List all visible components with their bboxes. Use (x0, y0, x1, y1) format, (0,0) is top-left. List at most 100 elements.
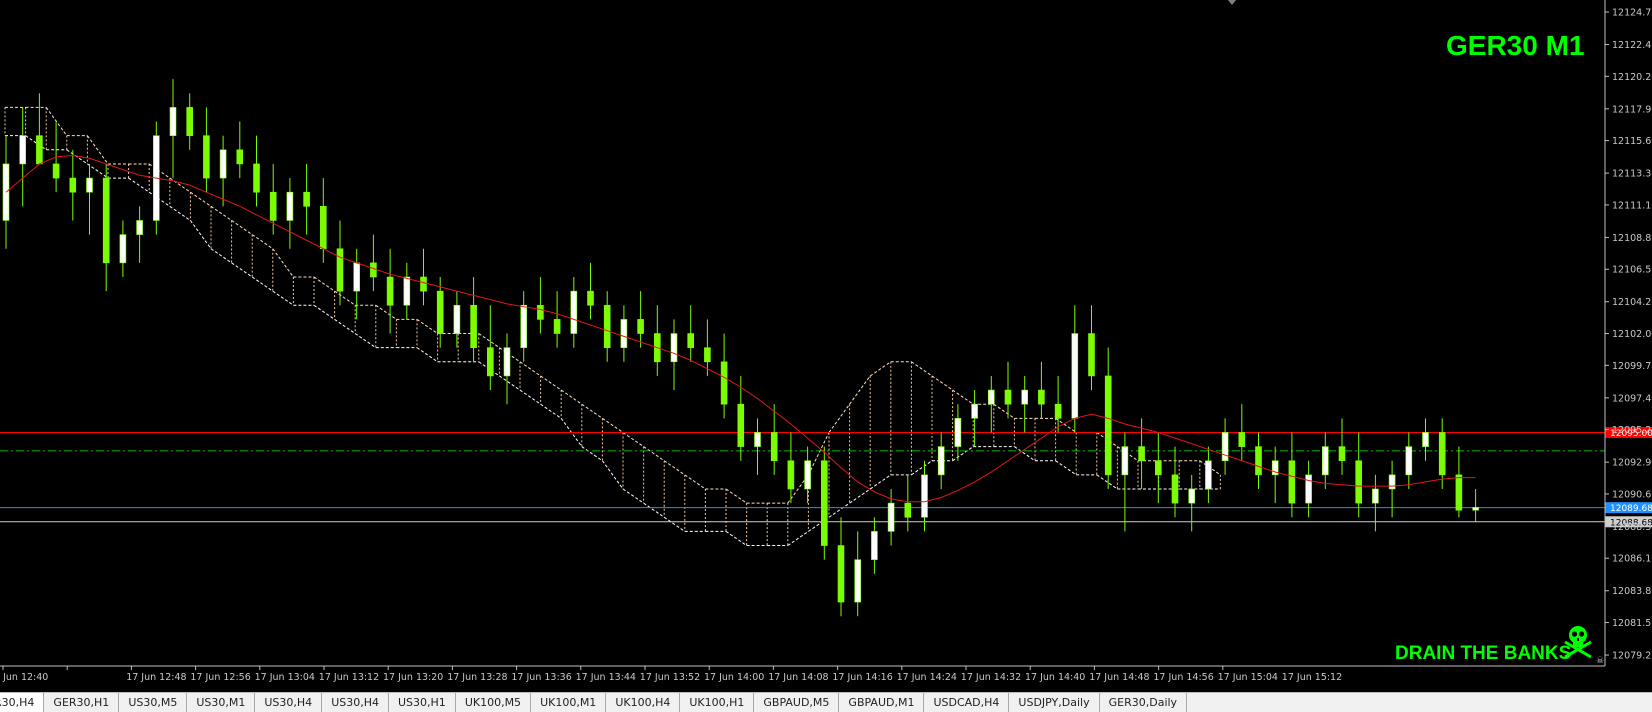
price-tick-label: 12083.80 (1612, 586, 1652, 597)
tab-uk100-h1[interactable]: UK100,H1 (680, 693, 755, 712)
tab-usdcad-h4[interactable]: USDCAD,H4 (924, 693, 1010, 712)
tab-ger30-h1[interactable]: GER30,H1 (44, 693, 120, 712)
bull-candle (403, 276, 411, 306)
bear-candle (203, 135, 210, 179)
time-tick-label: 17 Jun 14:08 (768, 672, 828, 683)
bear-candle (69, 177, 77, 193)
tab-uk100-m1[interactable]: UK100,M1 (531, 693, 607, 712)
blue-level-price-label: 12089.68 (1610, 504, 1652, 514)
chart-background (0, 0, 1652, 712)
tab-us30-h4[interactable]: US30,H4 (255, 693, 323, 712)
bull-candle (19, 135, 27, 165)
bear-candle (1088, 333, 1095, 377)
time-tick-label: 17 Jun 12:48 (126, 672, 186, 683)
bull-candle (219, 149, 227, 179)
bear-candle (336, 248, 344, 292)
time-tick-label: 17 Jun 12:40 (0, 672, 48, 683)
price-tick-label: 12081.55 (1612, 618, 1652, 629)
bear-candle (370, 262, 377, 278)
bull-candle (1205, 460, 1212, 490)
bull-candle (1188, 488, 1195, 504)
tab-us30-h1[interactable]: US30,H1 (389, 693, 456, 712)
bull-candle (804, 460, 811, 490)
time-tick-label: 17 Jun 14:48 (1089, 672, 1149, 683)
bear-candle (420, 276, 427, 292)
tab-us30-h4[interactable]: US30,H4 (322, 693, 389, 712)
price-tick-label: 12120.20 (1612, 72, 1652, 83)
price-tick-label: 12106.55 (1612, 265, 1652, 276)
bear-candle (1155, 460, 1162, 476)
time-tick-label: 17 Jun 13:20 (383, 672, 443, 683)
price-tick-label: 12088.35 (1612, 522, 1652, 533)
bear-candle (1455, 474, 1463, 511)
bear-candle (603, 304, 611, 348)
time-tick-label: 17 Jun 15:12 (1282, 672, 1342, 683)
bear-candle (537, 304, 544, 320)
bull-candle (954, 418, 962, 447)
bear-candle (704, 347, 711, 363)
bear-candle (253, 163, 260, 193)
time-tick-label: 17 Jun 14:40 (1025, 672, 1085, 683)
bear-candle (52, 163, 60, 179)
bear-candle (470, 304, 477, 348)
bear-candle (319, 206, 327, 250)
watermark-label: DRAIN THE BANKS (1395, 643, 1571, 664)
bull-candle (1422, 432, 1429, 447)
bull-candle (286, 191, 294, 221)
symbol-timeframe-label: GER30 M1 (1446, 30, 1585, 61)
price-tick-label: 12079.25 (1612, 651, 1652, 662)
tab-ger30-daily[interactable]: GER30,Daily (1100, 693, 1188, 712)
tab-us30-m1[interactable]: US30,M1 (187, 693, 256, 712)
bear-candle (787, 460, 795, 490)
time-tick-label: 17 Jun 14:24 (897, 672, 957, 683)
bull-candle (971, 403, 978, 419)
tab-usdjpy-daily[interactable]: USDJPY,Daily (1009, 693, 1100, 712)
bear-candle (637, 319, 644, 334)
price-chart[interactable]: 12095.0012089.6812088.68 12124.7512122.4… (0, 0, 1652, 712)
bear-candle (1004, 389, 1012, 405)
price-tick-label: 12108.80 (1612, 233, 1652, 244)
price-tick-label: 12115.65 (1612, 136, 1652, 147)
bear-candle (687, 333, 695, 348)
bull-candle (987, 389, 995, 405)
price-tick-label: 12111.10 (1612, 200, 1652, 211)
bull-candle (921, 474, 928, 518)
bull-candle (1472, 507, 1479, 511)
bull-candle (670, 333, 678, 363)
bear-candle (1038, 389, 1045, 405)
bear-candle (587, 290, 594, 306)
tab-r30-h4[interactable]: R30,H4 (0, 693, 45, 712)
price-tick-label: 12095.20 (1612, 425, 1652, 436)
time-tick-label: 17 Jun 13:04 (255, 672, 315, 683)
bear-candle (1438, 432, 1446, 476)
chart-tab-bar: R30,H4GER30,H1US30,M5US30,M1US30,H4US30,… (0, 692, 1652, 712)
tab-gbpaud-m1[interactable]: GBPAUD,M1 (839, 693, 925, 712)
bear-candle (1138, 446, 1145, 462)
price-tick-label: 12099.75 (1612, 361, 1652, 372)
bull-candle (887, 502, 895, 532)
tab-uk100-m5[interactable]: UK100,M5 (456, 693, 532, 712)
time-tick-label: 17 Jun 15:04 (1218, 672, 1278, 683)
bull-candle (1405, 446, 1413, 476)
bear-candle (303, 191, 310, 207)
bear-candle (236, 149, 244, 165)
price-axis: 12124.75 12122.45 12120.20 12117.90 12115.65… (1605, 8, 1652, 662)
bull-candle (754, 432, 761, 447)
tab-us30-m5[interactable]: US30,M5 (119, 693, 188, 712)
time-tick-label: 17 Jun 14:00 (704, 672, 764, 683)
bull-candle (1221, 432, 1229, 462)
bull-candle (570, 290, 578, 334)
time-tick-label: 17 Jun 13:44 (576, 672, 636, 683)
bear-candle (553, 319, 561, 334)
tab-gbpaud-m5[interactable]: GBPAUD,M5 (754, 693, 840, 712)
bull-candle (119, 234, 127, 264)
bear-candle (1338, 446, 1346, 462)
bull-candle (620, 319, 628, 348)
bull-candle (453, 304, 461, 334)
bull-candle (1021, 389, 1029, 405)
bull-candle (353, 262, 361, 292)
bull-candle (136, 220, 143, 235)
price-tick-label: 12124.75 (1612, 8, 1652, 19)
tab-uk100-h4[interactable]: UK100,H4 (606, 693, 681, 712)
bear-candle (36, 135, 43, 165)
